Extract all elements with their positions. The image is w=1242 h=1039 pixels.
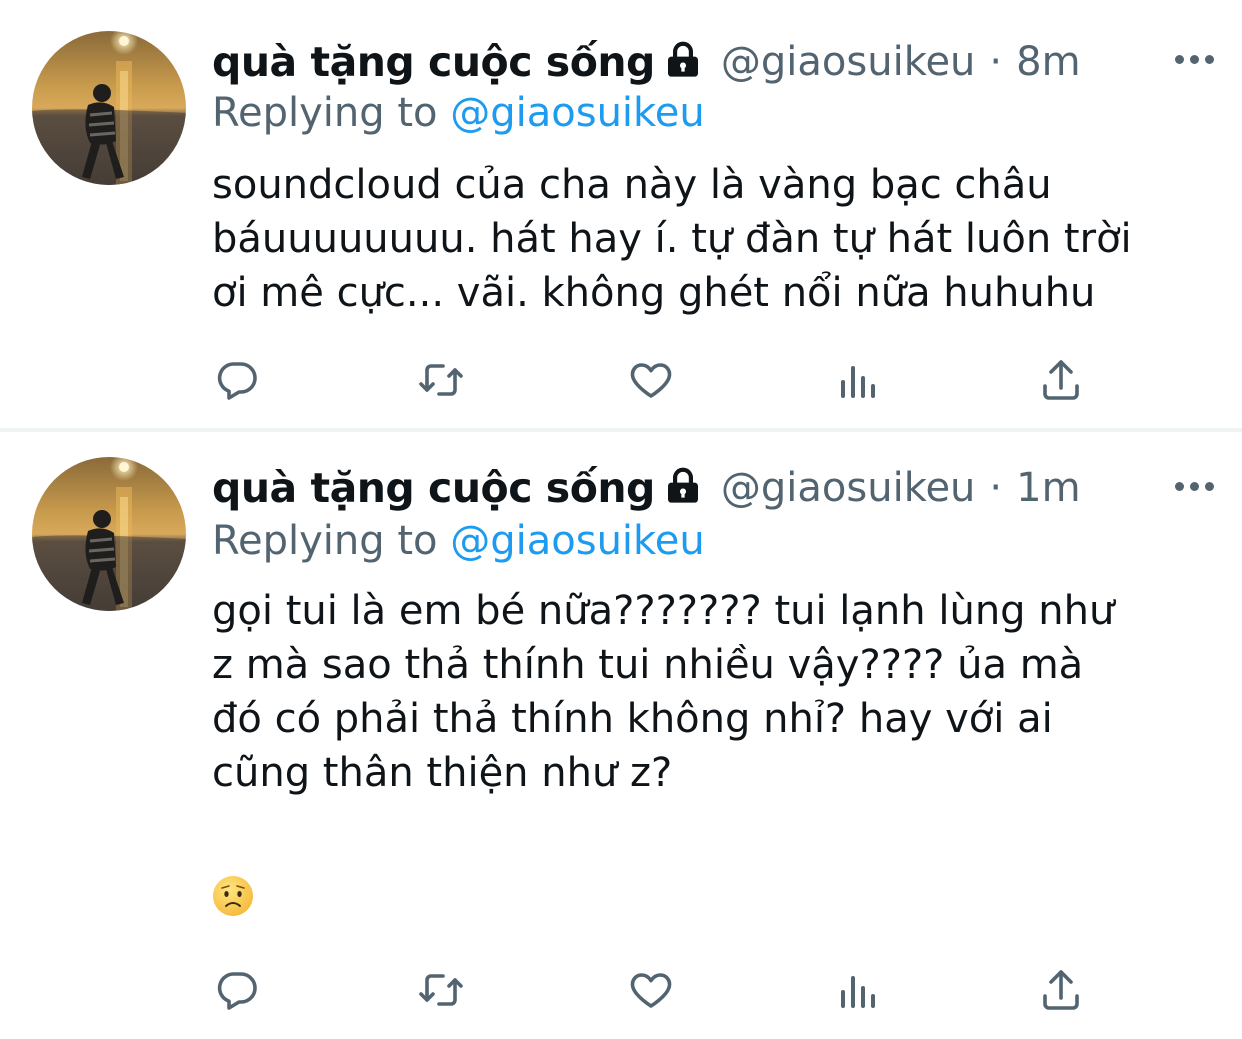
handle[interactable]: @giaosuikeu [721, 39, 976, 85]
stats-icon[interactable] [832, 355, 882, 405]
separator: · [989, 465, 1003, 511]
mention-link[interactable]: @giaosuikeu [450, 518, 705, 564]
avatar[interactable] [32, 31, 186, 185]
reply-icon[interactable] [212, 355, 262, 405]
lock-icon [663, 466, 703, 510]
share-icon[interactable] [1036, 965, 1086, 1015]
replying-prefix: Replying to [212, 518, 438, 564]
timestamp[interactable]: 1m [1016, 465, 1080, 511]
replying-to: Replying to @giaosuikeu [212, 518, 705, 564]
tweet-text: gọi tui là em bé nữa??????? tui lạnh lùn… [212, 588, 1115, 796]
reply-icon[interactable] [212, 965, 262, 1015]
replying-prefix: Replying to [212, 90, 438, 136]
stats-icon[interactable] [832, 965, 882, 1015]
separator: · [989, 39, 1003, 85]
tweet-header: quà tặng cuộc sống @giaosuikeu · 8m [212, 36, 1081, 88]
share-icon[interactable] [1036, 355, 1086, 405]
display-name[interactable]: quà tặng cuộc sống [212, 464, 655, 512]
action-bar [212, 355, 1092, 405]
retweet-icon[interactable] [416, 965, 466, 1015]
tweet-text: soundcloud của cha này là vàng bạc châu … [212, 162, 1132, 316]
display-name[interactable]: quà tặng cuộc sống [212, 38, 655, 86]
handle[interactable]: @giaosuikeu [721, 465, 976, 511]
like-icon[interactable] [626, 355, 676, 405]
worried-face-emoji [212, 875, 254, 917]
mention-link[interactable]: @giaosuikeu [450, 90, 705, 136]
avatar[interactable] [32, 457, 186, 611]
tweet-header: quà tặng cuộc sống @giaosuikeu · 1m [212, 462, 1081, 514]
lock-icon [663, 40, 703, 84]
more-options-icon[interactable] [1175, 482, 1214, 491]
tweet[interactable]: quà tặng cuộc sống @giaosuikeu · 8m Repl… [0, 0, 1242, 428]
action-bar [212, 965, 1092, 1015]
replying-to: Replying to @giaosuikeu [212, 90, 705, 136]
retweet-icon[interactable] [416, 355, 466, 405]
timestamp[interactable]: 8m [1016, 39, 1080, 85]
more-options-icon[interactable] [1175, 55, 1214, 64]
like-icon[interactable] [626, 965, 676, 1015]
tweet[interactable]: quà tặng cuộc sống @giaosuikeu · 1m Repl… [0, 432, 1242, 1039]
